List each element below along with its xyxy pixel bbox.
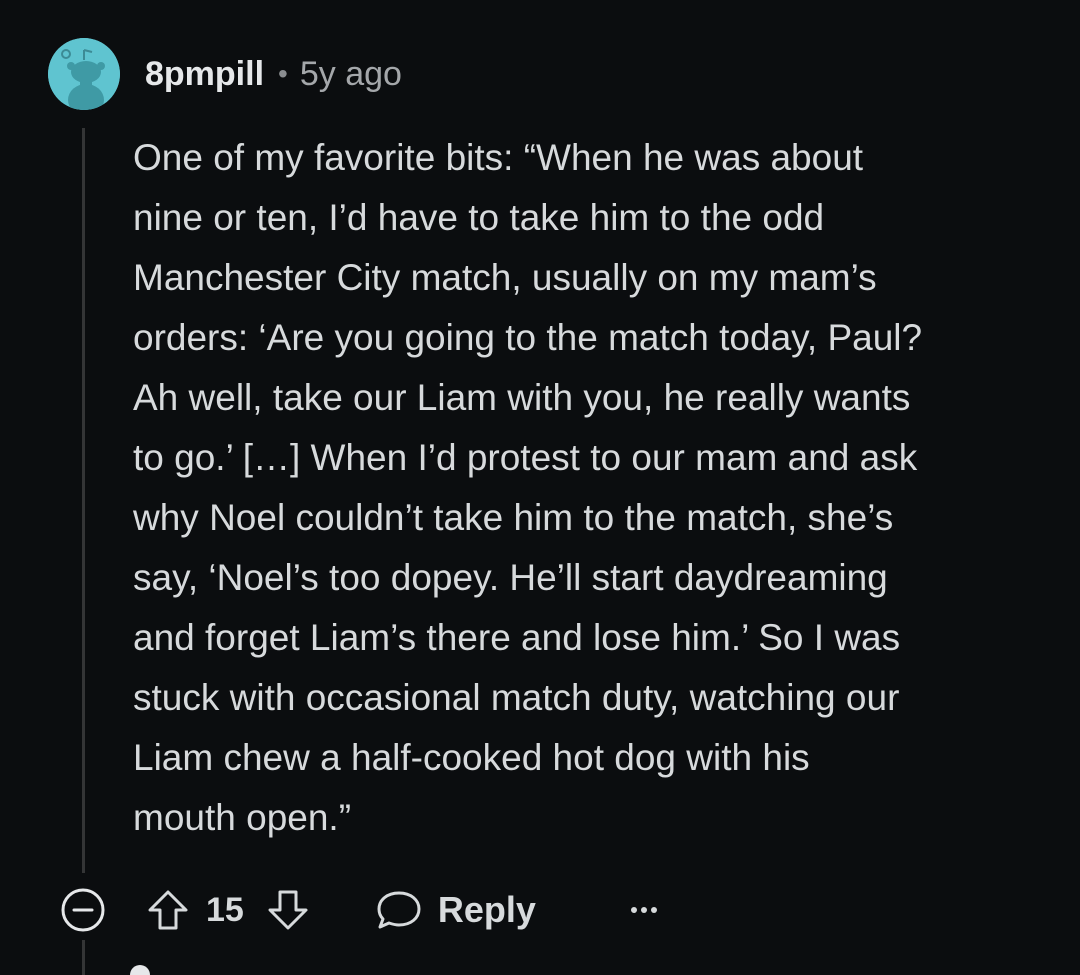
comment-actions: 15 Reply	[60, 880, 664, 940]
comment-line: nine or ten, I’d have to take him to the…	[133, 197, 825, 238]
more-options-button[interactable]	[624, 895, 664, 925]
comment-line: Manchester City match, usually on my mam…	[133, 257, 877, 298]
vote-score: 15	[206, 890, 244, 929]
comment-line: say, ‘Noel’s too dopey. He’ll start dayd…	[133, 557, 888, 598]
reply-button[interactable]: Reply	[376, 889, 536, 931]
upvote-arrow-icon	[148, 890, 188, 930]
user-avatar[interactable]	[48, 38, 120, 110]
collapse-button[interactable]	[60, 887, 106, 933]
more-dots-icon	[630, 907, 657, 913]
comment-line: and forget Liam’s there and lose him.’ S…	[133, 617, 901, 658]
comment-line: stuck with occasional match duty, watchi…	[133, 677, 900, 718]
username[interactable]: 8pmpill	[145, 55, 264, 94]
speech-bubble-icon	[377, 891, 421, 929]
comment-line: One of my favorite bits: “When he was ab…	[133, 137, 864, 178]
comment-line: to go.’ […] When I’d protest to our mam …	[133, 437, 918, 478]
next-comment-avatar	[130, 965, 150, 975]
comment-header: 8pmpill • 5y ago	[145, 52, 402, 96]
thread-line[interactable]	[82, 128, 85, 873]
comment-line: orders: ‘Are you going to the match toda…	[133, 317, 923, 358]
comment-line: Liam chew a half-cooked hot dog with his	[133, 737, 810, 778]
comment-line: why Noel couldn’t take him to the match,…	[133, 497, 894, 538]
downvote-button[interactable]	[264, 886, 312, 934]
downvote-arrow-icon	[268, 890, 308, 930]
snoo-avatar-icon	[48, 38, 120, 110]
comment-line: mouth open.”	[133, 797, 352, 838]
reply-label: Reply	[437, 889, 536, 930]
comment: 8pmpill • 5y ago One of my favorite bits…	[0, 0, 1080, 975]
timestamp: 5y ago	[299, 54, 402, 93]
separator-dot: •	[278, 58, 288, 89]
comment-line: Ah well, take our Liam with you, he real…	[133, 377, 911, 418]
collapse-minus-icon	[61, 888, 105, 932]
thread-line-continuation	[82, 940, 85, 975]
upvote-button[interactable]	[144, 886, 192, 934]
comment-body: One of my favorite bits: “When he was ab…	[133, 128, 1033, 848]
